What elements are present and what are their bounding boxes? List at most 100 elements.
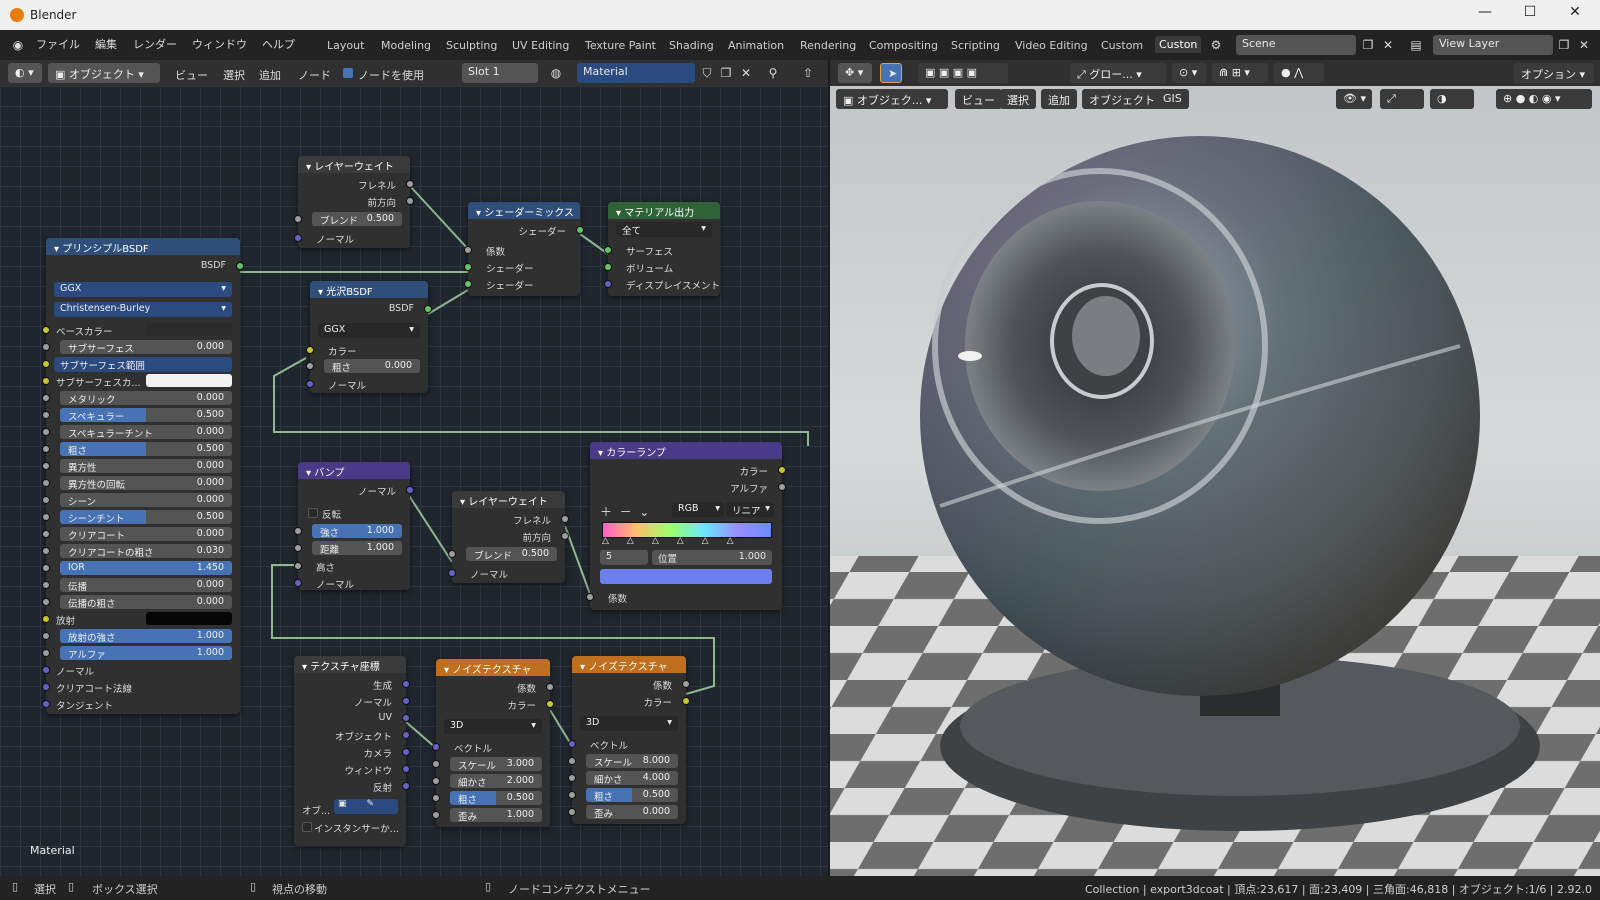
- mix-shader-node[interactable]: ▾ シェーダーミックス シェーダー 係数 シェーダー シェーダー: [464, 202, 584, 296]
- principled-input-socket[interactable]: [42, 411, 50, 419]
- menu-edit[interactable]: 編集: [95, 36, 117, 52]
- tab-rendering[interactable]: Rendering: [800, 39, 856, 52]
- principled-input-socket[interactable]: [42, 649, 50, 657]
- principled-value-field[interactable]: 伝播 0.000: [60, 578, 232, 592]
- noise2-detail-field[interactable]: 細かさ 4.000: [586, 771, 678, 785]
- principled-color-swatch[interactable]: [146, 612, 232, 625]
- principled-input-socket[interactable]: [42, 496, 50, 504]
- principled-row[interactable]: シーン 0.000: [42, 492, 240, 508]
- noise2-rough-field[interactable]: 粗さ 0.500: [586, 788, 678, 802]
- overlay-toggle-icon[interactable]: ◑: [1430, 89, 1474, 109]
- glossy-rough-field[interactable]: 粗さ 0.000: [324, 359, 420, 373]
- mix-out-socket[interactable]: [576, 226, 584, 234]
- principled-bsdf-node[interactable]: ▾ プリンシプルBSDF BSDF GGX ▾ Christensen-Burle…: [42, 238, 244, 714]
- parent-node-tree-icon[interactable]: ⇧: [800, 65, 816, 81]
- principled-color-swatch[interactable]: [146, 374, 232, 387]
- principled-input-socket[interactable]: [42, 343, 50, 351]
- ramp-color-socket[interactable]: [778, 466, 786, 474]
- ramp-add-remove-buttons[interactable]: ＋ － ⌄: [600, 503, 649, 520]
- lw1-facing-socket[interactable]: [406, 197, 414, 205]
- texcoord-reflection-socket[interactable]: [402, 782, 410, 790]
- maximize-button[interactable]: ☐: [1515, 4, 1545, 20]
- principled-input-socket[interactable]: [42, 564, 50, 572]
- noise1-color-socket[interactable]: [546, 700, 554, 708]
- output-target-dropdown[interactable]: 全て ▾: [616, 222, 712, 237]
- options-dropdown[interactable]: オプション ▾: [1514, 63, 1594, 83]
- principled-value-field[interactable]: メタリック 0.000: [60, 391, 232, 405]
- 3d-viewport[interactable]: [830, 86, 1600, 876]
- principled-input-socket[interactable]: [42, 700, 50, 708]
- scene-icon[interactable]: ⚙: [1208, 37, 1224, 53]
- glossy-dist-dropdown[interactable]: GGX ▾: [318, 323, 420, 338]
- layer-weight-2-header[interactable]: ▾ レイヤーウェイト: [452, 491, 565, 508]
- bump-distance-socket[interactable]: [294, 544, 302, 552]
- texcoord-object-picker[interactable]: ▣ ✎: [334, 799, 398, 814]
- noise1-vector-socket[interactable]: [432, 743, 440, 751]
- principled-value-field[interactable]: スペキュラーチント 0.000: [60, 425, 232, 439]
- principled-row[interactable]: 異方性の回転 0.000: [42, 475, 240, 491]
- material-browse-icon[interactable]: ◍: [548, 65, 564, 81]
- principled-input-socket[interactable]: [42, 360, 50, 368]
- view-layer-selector[interactable]: View Layer: [1433, 35, 1553, 55]
- distribution-dropdown[interactable]: GGX ▾: [54, 282, 232, 297]
- bump-height-socket[interactable]: [294, 562, 302, 570]
- bump-normal-socket[interactable]: [294, 579, 302, 587]
- output-surface-socket[interactable]: [604, 246, 612, 254]
- principled-input-socket[interactable]: [42, 530, 50, 538]
- lw2-blend-socket[interactable]: [448, 550, 456, 558]
- tab-sculpting[interactable]: Sculpting: [446, 39, 497, 52]
- use-nodes-checkbox[interactable]: [343, 68, 353, 78]
- principled-input-socket[interactable]: [42, 666, 50, 674]
- principled-value-field[interactable]: シーンチント 0.500: [60, 510, 232, 524]
- noise2-vector-socket[interactable]: [568, 740, 576, 748]
- principled-value-field[interactable]: 異方性 0.000: [60, 459, 232, 473]
- mix-shader2-socket[interactable]: [464, 280, 472, 288]
- texcoord-object-socket[interactable]: [402, 731, 410, 739]
- texcoord-header[interactable]: ▾ テクスチャ座標: [294, 656, 406, 673]
- lw1-blend-socket[interactable]: [294, 215, 302, 223]
- noise2-scale-field[interactable]: スケール 8.000: [586, 754, 678, 768]
- noise1-scale-socket[interactable]: [432, 760, 440, 768]
- tab-custon-active[interactable]: Custon: [1155, 36, 1202, 53]
- glossy-bsdf-node[interactable]: ▾ 光沢BSDF BSDF GGX ▾ カラー 粗さ 0.000 ノーマル: [306, 281, 432, 393]
- principled-row[interactable]: シーンチント 0.500: [42, 509, 240, 525]
- glossy-color-socket[interactable]: [306, 346, 314, 354]
- node-menu-select[interactable]: 選択: [223, 67, 245, 83]
- menu-help[interactable]: ヘルプ: [262, 36, 295, 52]
- principled-color-swatch[interactable]: [146, 323, 232, 336]
- tab-layout[interactable]: Layout: [327, 39, 364, 52]
- visibility-dropdown-icon[interactable]: 👁 ▾: [1336, 89, 1372, 109]
- bump-distance-field[interactable]: 距離 1.000: [312, 541, 402, 555]
- principled-input-socket[interactable]: [42, 581, 50, 589]
- select-tool-icon[interactable]: ➤: [880, 63, 902, 83]
- minimize-button[interactable]: —: [1470, 4, 1500, 20]
- principled-input-socket[interactable]: [42, 428, 50, 436]
- lw2-blend-field[interactable]: ブレンド 0.500: [466, 547, 557, 561]
- principled-row[interactable]: メタリック 0.000: [42, 390, 240, 406]
- viewport-menu-gis[interactable]: GIS: [1156, 89, 1189, 109]
- ramp-fac-socket[interactable]: [586, 593, 594, 601]
- glossy-rough-socket[interactable]: [306, 362, 314, 370]
- glossy-normal-socket[interactable]: [306, 380, 314, 388]
- texcoord-generated-socket[interactable]: [402, 680, 410, 688]
- delete-view-layer-icon[interactable]: ✕: [1576, 37, 1592, 53]
- bump-strength-field[interactable]: 強さ 1.000: [312, 524, 402, 538]
- principled-value-field[interactable]: サブサーフェス 0.000: [60, 340, 232, 354]
- principled-input-socket[interactable]: [42, 326, 50, 334]
- principled-row[interactable]: クリアコート 0.000: [42, 526, 240, 542]
- new-view-layer-icon[interactable]: ❐: [1556, 37, 1572, 53]
- principled-value-field[interactable]: アルファ 1.000: [60, 646, 232, 660]
- principled-value-field[interactable]: スペキュラー 0.500: [60, 408, 232, 422]
- viewport-menu-object[interactable]: オブジェクト: [1082, 89, 1162, 109]
- ramp-alpha-socket[interactable]: [778, 483, 786, 491]
- principled-value-field[interactable]: IOR 1.450: [60, 561, 232, 575]
- menu-render[interactable]: レンダー: [133, 36, 177, 52]
- output-disp-socket[interactable]: [604, 280, 612, 288]
- noise2-rough-socket[interactable]: [568, 791, 576, 799]
- new-scene-icon[interactable]: ❐: [1360, 37, 1376, 53]
- noise1-header[interactable]: ▾ ノイズテクスチャ: [436, 659, 550, 676]
- principled-row[interactable]: 伝播の粗さ 0.000: [42, 594, 240, 610]
- layer-weight-node-2[interactable]: ▾ レイヤーウェイト フレネル 前方向 ブレンド 0.500 ノーマル: [448, 491, 569, 583]
- tab-modeling[interactable]: Modeling: [381, 39, 431, 52]
- viewport-menu-select[interactable]: 選択: [1000, 89, 1036, 109]
